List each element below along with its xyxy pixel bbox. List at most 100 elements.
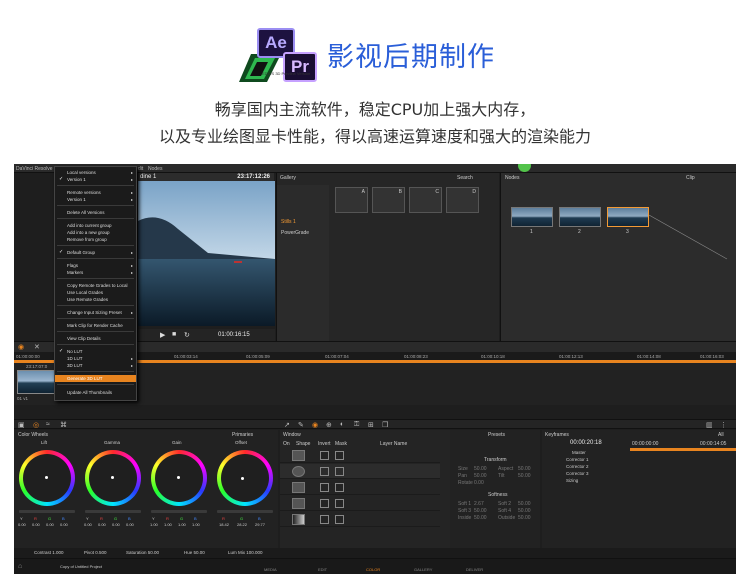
param-pivot[interactable]: Pivot 0.500 — [84, 550, 107, 555]
menu-use-remote-grades[interactable]: Use Remote Grades — [55, 296, 136, 303]
offset-master-slider[interactable] — [217, 510, 273, 513]
node-3[interactable] — [607, 207, 649, 227]
tab-color[interactable]: COLOR — [366, 567, 380, 572]
lift-master-slider[interactable] — [19, 510, 75, 513]
softness-title: Softness — [488, 492, 508, 498]
menu-update-thumbnails[interactable]: Update All Thumbnails — [55, 389, 136, 396]
menu-add-new-group[interactable]: Add into a new group — [55, 229, 136, 236]
play-icon[interactable]: ▶ — [160, 331, 165, 339]
node-2[interactable] — [559, 207, 601, 227]
param-hue[interactable]: Hue 50.00 — [184, 550, 205, 555]
keyframes-filter[interactable]: All — [718, 432, 724, 438]
menu-markers[interactable]: Markers ▸ — [55, 269, 136, 276]
window-row-line[interactable] — [280, 480, 440, 495]
gain-b-value: 1.00 — [192, 522, 200, 527]
premiere-icon: Pr — [283, 52, 317, 82]
menu-edit[interactable]: dit — [138, 166, 143, 172]
window-row-curve[interactable] — [280, 496, 440, 511]
timeline-mode-icon[interactable]: ◉ — [18, 343, 24, 351]
qualifier-icon[interactable]: ⌘ — [60, 421, 67, 429]
camera-icon[interactable]: ▣ — [18, 421, 25, 429]
menu-remove-from-group[interactable]: Remove from group — [55, 236, 136, 243]
3d-icon[interactable]: ❒ — [382, 421, 388, 429]
blur-icon[interactable]: ◐ — [340, 421, 344, 428]
gamma-wheel[interactable] — [85, 450, 141, 506]
gallery-search[interactable]: Search — [457, 175, 473, 181]
tab-deliver[interactable]: DELIVER — [466, 567, 483, 572]
node-1-label: 1 — [530, 229, 533, 235]
scopes-icon[interactable]: ▥ — [706, 421, 713, 429]
gain-master-slider[interactable] — [151, 510, 207, 513]
menu-input-sizing-preset[interactable]: Change Input Sizing Preset ▸ — [55, 309, 136, 316]
wheels-mode[interactable]: Primaries — [232, 432, 253, 438]
key-icon[interactable]: ⚿ — [354, 421, 359, 429]
menu-nodes[interactable]: Nodes — [148, 166, 162, 172]
still-b[interactable]: B — [372, 187, 405, 213]
menu-no-lut[interactable]: ✓ No LUT — [55, 348, 136, 355]
offset-wheel[interactable] — [217, 450, 273, 506]
offset-r-value: 18.42 — [219, 522, 230, 527]
menu-view-clip-details[interactable]: View Clip Details — [55, 335, 136, 342]
still-d[interactable]: D — [446, 187, 479, 213]
nodes-title: Nodes — [505, 175, 520, 181]
curve-tool-icon[interactable]: ↗ — [284, 421, 290, 429]
menu-3d-lut[interactable]: 3D LUT ▸ — [55, 362, 136, 369]
window-row-square[interactable] — [280, 448, 440, 463]
menu-generate-3d-lut[interactable]: Generate 3D LUT — [55, 375, 136, 382]
gamma-y-value: 0.00 — [84, 522, 92, 527]
gallery-albums: Stills 1 PowerGrade — [277, 185, 329, 341]
param-lum-mix[interactable]: Lum Mix 100.000 — [228, 550, 263, 555]
menu-local-versions[interactable]: Local versions ▸ — [55, 169, 136, 176]
options-icon[interactable]: ⋮ — [720, 421, 727, 429]
curves-icon[interactable]: ≈ — [46, 421, 50, 428]
viewer-header: dine 1 23:17:12:26 — [138, 173, 274, 181]
still-a[interactable]: A — [335, 187, 368, 213]
param-saturation[interactable]: Saturation 50.00 — [126, 550, 159, 555]
wheel-lift-label: Lift — [41, 440, 48, 445]
color-wheels-icon[interactable]: ◎ — [33, 421, 39, 429]
node-connection-line — [649, 214, 728, 260]
wheel-offset-label: Offset — [235, 440, 247, 445]
keyframe-range-bar[interactable] — [630, 448, 736, 451]
gamma-master-slider[interactable] — [85, 510, 141, 513]
menu-copy-remote-grades[interactable]: Copy Remote Grades to Local — [55, 282, 136, 289]
timeline-clip-thumbnail[interactable] — [17, 370, 55, 394]
window-tool-icon[interactable]: ◉ — [312, 421, 318, 429]
transport-timecode: 01:00:16:15 — [218, 332, 250, 338]
kf-master: Master — [572, 450, 586, 455]
menu-version-1-remote[interactable]: Version 1 ▸ — [55, 196, 136, 203]
tab-gallery[interactable]: GALLERY — [414, 567, 432, 572]
window-row-gradient[interactable] — [280, 512, 440, 527]
shuffle-icon[interactable]: ✕ — [34, 343, 40, 351]
node-3-label: 3 — [626, 229, 629, 235]
eyedropper-icon[interactable]: ✎ — [298, 421, 304, 429]
menu-default-group[interactable]: ✓ Default Group ▸ — [55, 249, 136, 256]
album-powergrade[interactable]: PowerGrade — [281, 230, 309, 236]
still-c[interactable]: C — [409, 187, 442, 213]
window-row-circle[interactable] — [280, 464, 440, 479]
stop-icon[interactable]: ■ — [172, 331, 176, 338]
sizing-icon[interactable]: ⊞ — [368, 421, 374, 429]
tracker-icon[interactable]: ⊕ — [326, 421, 332, 429]
menu-flags[interactable]: Flags ▸ — [55, 262, 136, 269]
lift-wheel[interactable] — [19, 450, 75, 506]
loop-icon[interactable]: ↻ — [184, 331, 190, 339]
wheel-gain-label: Gain — [172, 440, 182, 445]
menu-version-1-local[interactable]: ✓ Version 1 ▸ — [55, 176, 136, 183]
nodes-clip-mode[interactable]: Clip — [686, 175, 695, 181]
gain-wheel[interactable] — [151, 450, 207, 506]
node-1[interactable] — [511, 207, 553, 227]
keyframes-title: Keyframes — [545, 432, 569, 438]
tab-media[interactable]: MEDIA — [264, 567, 277, 572]
menu-remote-versions[interactable]: Remote versions ▸ — [55, 189, 136, 196]
tab-edit[interactable]: EDIT — [318, 567, 327, 572]
menu-add-current-group[interactable]: Add into current group — [55, 222, 136, 229]
album-stills-1[interactable]: Stills 1 — [281, 219, 296, 225]
home-icon[interactable]: ⌂ — [18, 563, 22, 570]
menu-delete-all-versions[interactable]: Delete All Versions — [55, 209, 136, 216]
menu-use-local-grades[interactable]: Use Local Grades — [55, 289, 136, 296]
param-contrast[interactable]: Contrast 1.000 — [34, 550, 64, 555]
window-title: Window — [283, 432, 301, 438]
menu-1d-lut[interactable]: 1D LUT ▸ — [55, 355, 136, 362]
menu-mark-render-cache[interactable]: Mark Clip for Render Cache — [55, 322, 136, 329]
